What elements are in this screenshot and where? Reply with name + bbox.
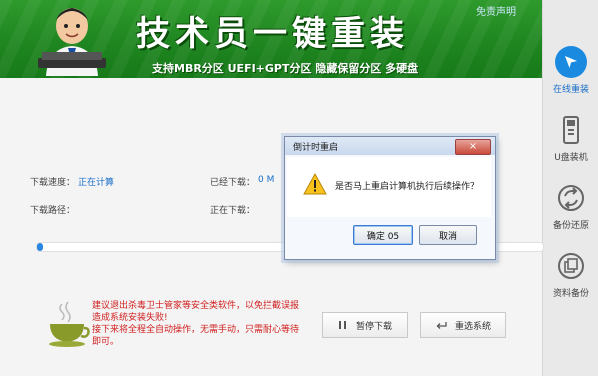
sidebar: 在线重装 U盘装机 备份还原 资料备份 (542, 0, 598, 376)
usb-icon (555, 114, 587, 146)
dialog-ok-button[interactable]: 确定 05 (353, 225, 413, 245)
warning-line-1: 建议退出杀毒卫士管家等安全类软件，以免拦截误报造成系统安装失败! (92, 301, 300, 323)
mascot-icon (38, 8, 106, 76)
restart-countdown-dialog: 倒计时重启 × 是否马上重启计算机执行后续操作？ 确定 05 取消 (284, 136, 496, 260)
dialog-message: 是否马上重启计算机执行后续操作？ (335, 182, 480, 192)
sidebar-item-label: U盘装机 (554, 153, 588, 163)
warning-text: 建议退出杀毒卫士管家等安全类软件，以免拦截误报造成系统安装失败! 接下来将全程全… (92, 300, 302, 348)
app-subtitle: 支持MBR分区 UEFI+GPT分区 隐藏保留分区 多硬盘 (152, 62, 419, 75)
sidebar-item-label: 备份还原 (552, 221, 589, 231)
path-label: 下载路径： (30, 206, 76, 216)
return-icon (436, 322, 447, 329)
downloaded-value: 0 M (258, 175, 275, 185)
downloaded-label: 已经下载： (210, 178, 256, 188)
speed-label: 下载速度： (30, 178, 76, 188)
warning-icon (303, 173, 327, 195)
warning-line-2: 接下来将全程全自动操作，无需手动，只需耐心等待即可。 (92, 325, 300, 347)
sidebar-item-label: 资料备份 (552, 289, 589, 299)
tea-cup-icon (49, 301, 90, 347)
progress-fill (37, 243, 43, 251)
copy-icon (555, 250, 587, 282)
app-title: 技术员一键重装 (136, 14, 409, 54)
disclaimer-link[interactable]: 免责声明 (476, 3, 516, 18)
dialog-titlebar[interactable]: 倒计时重启 × (285, 137, 495, 155)
sidebar-item-label: 在线重装 (552, 85, 589, 95)
header-banner: 技术员一键重装 支持MBR分区 UEFI+GPT分区 隐藏保留分区 多硬盘 免责… (0, 0, 542, 78)
pause-download-label: 暂停下载 (355, 321, 392, 332)
downloading-label: 正在下载： (210, 206, 256, 216)
dialog-close-button[interactable]: × (455, 139, 491, 155)
sync-icon (555, 182, 587, 214)
cursor-icon (555, 46, 587, 78)
sidebar-item-data-backup[interactable]: 资料备份 (543, 238, 598, 306)
dialog-cancel-button[interactable]: 取消 (419, 225, 477, 245)
pause-download-button[interactable]: 暂停下载 (322, 312, 408, 338)
pause-icon (338, 321, 346, 329)
reselect-system-button[interactable]: 重选系统 (420, 312, 506, 338)
speed-value: 正在计算 (78, 178, 115, 188)
sidebar-item-backup-restore[interactable]: 备份还原 (543, 170, 598, 238)
reselect-system-label: 重选系统 (454, 321, 491, 332)
dialog-body: 是否马上重启计算机执行后续操作？ (287, 157, 491, 217)
sidebar-item-usb-install[interactable]: U盘装机 (543, 102, 598, 170)
dialog-title: 倒计时重启 (293, 143, 339, 153)
sidebar-item-online-reinstall[interactable]: 在线重装 (543, 34, 598, 102)
